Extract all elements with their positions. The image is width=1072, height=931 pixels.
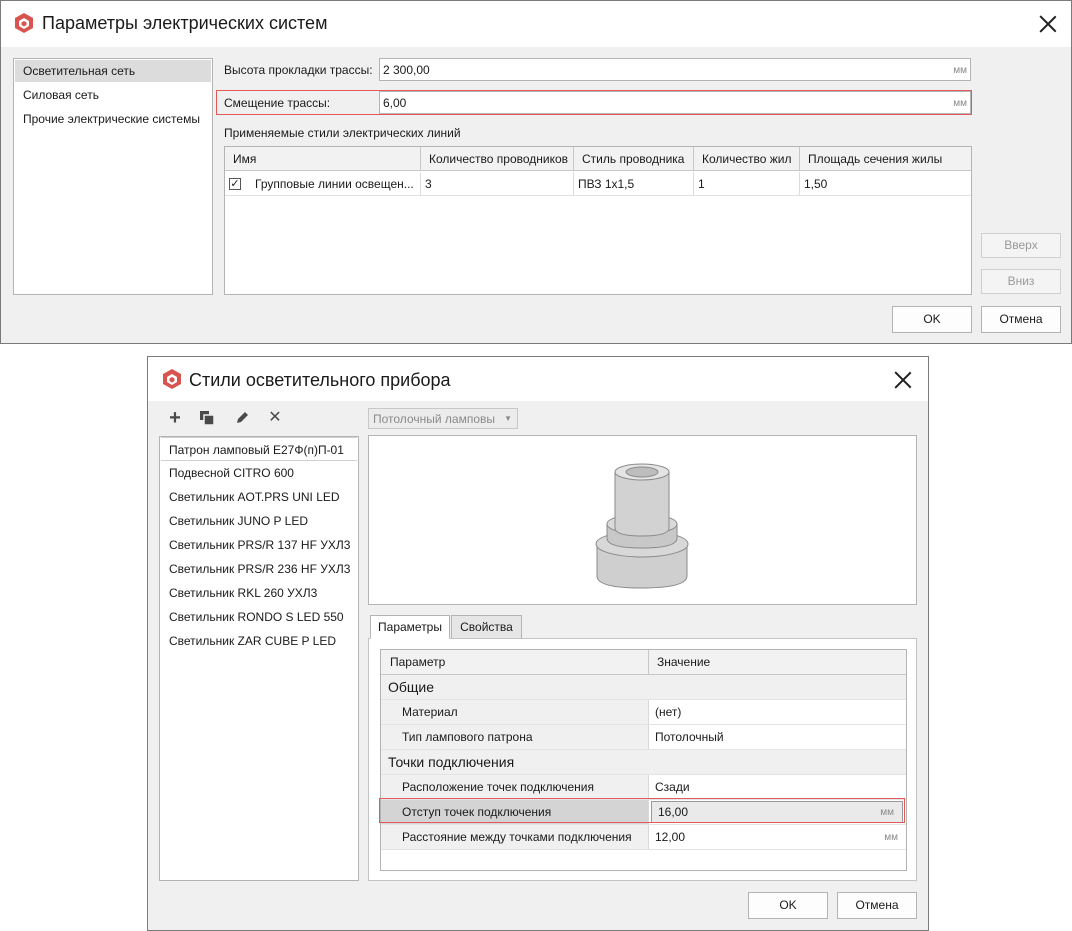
list-item[interactable]: Патрон ламповый Е27Ф(п)П-01: [161, 437, 357, 461]
list-item[interactable]: Светильник PRS/R 236 HF УХЛ3: [161, 557, 357, 581]
list-item[interactable]: Светильник JUNO P LED: [161, 509, 357, 533]
grid-header: Имя Количество проводников Стиль проводн…: [225, 147, 971, 171]
route-offset-input[interactable]: 6,00 мм: [379, 91, 971, 114]
close-icon[interactable]: [894, 371, 912, 389]
list-item[interactable]: Светильник ZAR CUBE P LED: [161, 629, 357, 653]
line-styles-grid: Имя Количество проводников Стиль проводн…: [224, 146, 972, 295]
system-nav-list: Осветительная сеть Силовая сеть Прочие э…: [13, 58, 213, 295]
plus-icon[interactable]: +: [165, 408, 185, 428]
material-label: Материал: [381, 700, 649, 724]
row-points-location[interactable]: Расположение точек подключения Сзади: [381, 775, 906, 800]
points-distance-label: Расстояние между точками подключения: [381, 825, 649, 849]
list-item[interactable]: Светильник RONDO S LED 550: [161, 605, 357, 629]
points-location-value[interactable]: Сзади: [649, 775, 906, 799]
list-item[interactable]: Подвесной CITRO 600: [161, 461, 357, 485]
row-name: Групповые линии освещен...: [255, 177, 414, 191]
points-distance-input[interactable]: 12,00 мм: [649, 825, 906, 849]
app-cube-icon: [163, 369, 181, 389]
dialog-titlebar: Параметры электрических систем: [1, 1, 1071, 47]
col-area[interactable]: Площадь сечения жилы: [800, 147, 972, 171]
route-offset-value: 6,00: [383, 96, 407, 110]
socket-type-label: Тип лампового патрона: [381, 725, 649, 749]
cancel-button[interactable]: Отмена: [981, 306, 1061, 333]
cancel-button[interactable]: Отмена: [837, 892, 917, 919]
property-grid: Параметр Значение Общие Материал (нет) Т…: [380, 649, 907, 871]
col-conductors[interactable]: Количество проводников: [421, 147, 574, 171]
row-material[interactable]: Материал (нет): [381, 700, 906, 725]
route-offset-unit: мм: [953, 98, 967, 109]
route-offset-label: Смещение трассы:: [224, 96, 331, 110]
fixture-type-combo[interactable]: Потолочный ламповы ▼: [368, 408, 518, 429]
row-checkbox[interactable]: ✓: [229, 178, 241, 190]
route-height-value: 2 300,00: [383, 63, 430, 77]
cell-conductors: 3: [421, 172, 574, 196]
tab-properties[interactable]: Свойства: [451, 615, 522, 639]
route-height-label: Высота прокладки трассы:: [224, 63, 373, 77]
grid-header: Параметр Значение: [381, 650, 906, 675]
col-style[interactable]: Стиль проводника: [574, 147, 694, 171]
dialog-title: Стили осветительного прибора: [189, 370, 451, 390]
chevron-down-icon: ▼: [504, 414, 512, 423]
points-offset-highlight: [379, 798, 905, 823]
list-item[interactable]: Светильник RKL 260 УХЛ3: [161, 581, 357, 605]
app-cube-icon: [15, 13, 33, 33]
electrical-systems-dialog: Параметры электрических систем Осветител…: [0, 0, 1072, 344]
cell-area: 1,50: [804, 177, 828, 191]
nav-item-other[interactable]: Прочие электрические системы: [15, 108, 211, 130]
copy-icon[interactable]: [199, 410, 215, 426]
lamp-socket-preview: [595, 463, 689, 589]
list-item[interactable]: Светильник PRS/R 137 HF УХЛ3: [161, 533, 357, 557]
points-distance-value: 12,00: [655, 830, 686, 844]
points-location-label: Расположение точек подключения: [381, 775, 649, 799]
nav-item-power[interactable]: Силовая сеть: [15, 84, 211, 106]
cell-name: ✓ Групповые линии освещен...: [225, 172, 421, 196]
fixture-type-value: Потолочный ламповы: [373, 412, 495, 426]
styles-section-label: Применяемые стили электрических линий: [224, 126, 461, 140]
col-cores[interactable]: Количество жил: [694, 147, 800, 171]
move-down-button[interactable]: Вниз: [981, 269, 1061, 294]
delete-icon[interactable]: ✕: [265, 408, 285, 428]
cell-style: ПВЗ 1x1,5: [574, 172, 694, 196]
route-height-unit: мм: [953, 65, 967, 76]
fixture-style-list: Патрон ламповый Е27Ф(п)П-01 Подвесной CI…: [159, 436, 359, 881]
col-name[interactable]: Имя: [225, 147, 421, 171]
close-icon[interactable]: [1039, 15, 1057, 33]
ok-button[interactable]: OK: [748, 892, 828, 919]
material-value[interactable]: (нет): [649, 700, 906, 724]
category-general: Общие: [381, 675, 906, 700]
dialog-title: Параметры электрических систем: [42, 13, 328, 33]
category-connection-points: Точки подключения: [381, 750, 906, 775]
row-points-distance[interactable]: Расстояние между точками подключения 12,…: [381, 825, 906, 850]
pencil-icon[interactable]: [234, 410, 250, 426]
col-value: Значение: [657, 655, 711, 669]
route-height-input[interactable]: 2 300,00 мм: [379, 58, 971, 81]
col-parameter: Параметр: [381, 650, 649, 674]
tab-content: Параметр Значение Общие Материал (нет) Т…: [368, 638, 917, 881]
list-item[interactable]: Светильник AOT.PRS UNI LED: [161, 485, 357, 509]
dialog-titlebar: Стили осветительного прибора: [148, 357, 928, 401]
cell-cores: 1: [694, 172, 800, 196]
row-socket-type[interactable]: Тип лампового патрона Потолочный: [381, 725, 906, 750]
table-row[interactable]: ✓ Групповые линии освещен... 3 ПВЗ 1x1,5…: [225, 172, 971, 196]
fixture-preview: [368, 435, 917, 605]
nav-item-lighting[interactable]: Осветительная сеть: [15, 60, 211, 82]
socket-type-value[interactable]: Потолочный: [649, 725, 906, 749]
ok-button[interactable]: OK: [892, 306, 972, 333]
points-distance-unit: мм: [884, 832, 898, 843]
move-up-button[interactable]: Вверх: [981, 233, 1061, 258]
tab-parameters[interactable]: Параметры: [370, 615, 450, 639]
